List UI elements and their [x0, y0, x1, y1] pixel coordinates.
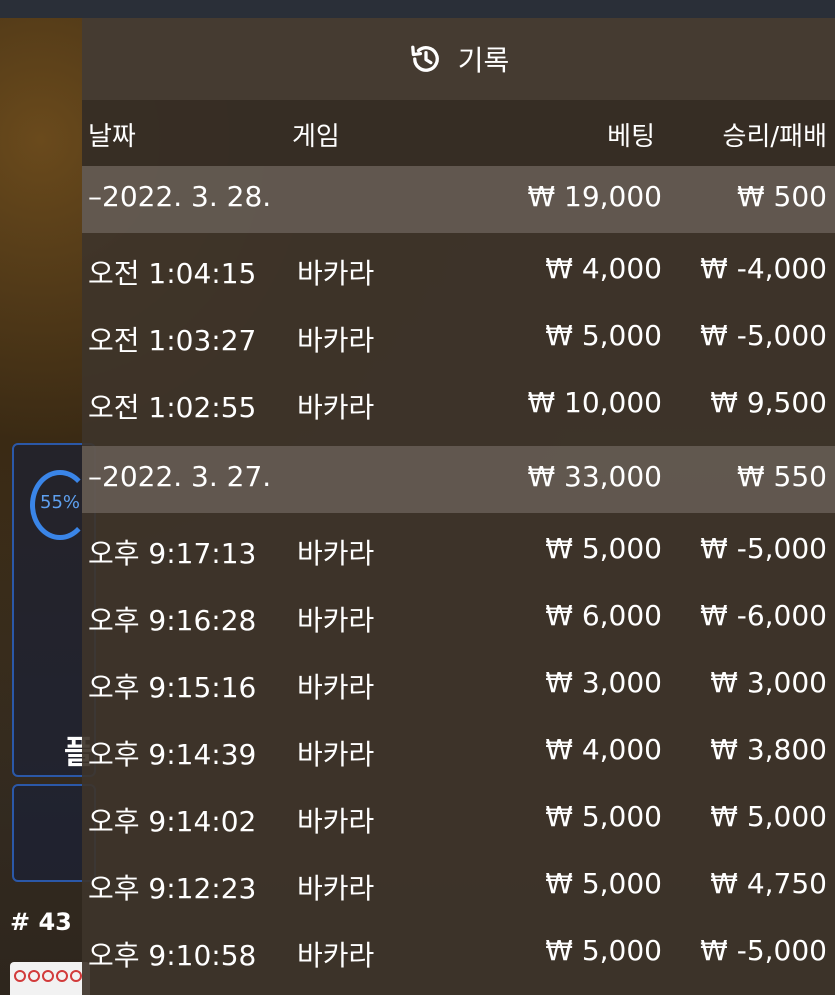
column-header: 날짜 게임 베팅 승리/패배 — [82, 100, 835, 166]
row-bet: ₩ 10,000 — [527, 386, 662, 419]
history-title: 기록 — [457, 44, 510, 77]
bead-mark — [28, 970, 40, 982]
row-time: 오후 9:15:16 — [88, 671, 257, 704]
history-header: 기록 — [82, 18, 835, 100]
row-bet: ₩ 4,000 — [545, 733, 662, 766]
group-date: –2022. 3. 28. — [88, 180, 272, 213]
bead-mark — [42, 970, 54, 982]
group-total-result: ₩ 500 — [736, 180, 827, 213]
row-bet: ₩ 5,000 — [545, 800, 662, 833]
row-time: 오후 9:10:58 — [88, 939, 257, 972]
history-row[interactable]: 오후 9:10:58 바카라 ₩ 5,000 ₩ -5,000 — [82, 920, 835, 987]
row-bet: ₩ 6,000 — [545, 599, 662, 632]
progress-label: 55% — [40, 492, 81, 513]
row-time: 오후 9:17:13 — [88, 537, 257, 570]
history-row[interactable]: 오후 9:16:28 바카라 ₩ 6,000 ₩ -6,000 — [82, 585, 835, 652]
col-date: 날짜 — [88, 122, 136, 152]
group-total-result: ₩ 550 — [736, 460, 827, 493]
bead-mark — [14, 970, 26, 982]
row-game: 바카라 — [297, 805, 375, 838]
round-number: # 43 — [10, 908, 72, 936]
group-total-bet: ₩ 19,000 — [527, 180, 662, 213]
row-time: 오전 1:02:55 — [88, 391, 257, 424]
row-result: ₩ -5,000 — [700, 319, 827, 352]
history-row[interactable]: 오전 1:02:55 바카라 ₩ 10,000 ₩ 9,500 — [82, 372, 835, 439]
bead-mark — [70, 970, 82, 982]
row-time: 오전 1:03:27 — [88, 324, 257, 357]
row-result: ₩ 5,000 — [710, 800, 827, 833]
history-row[interactable]: 오후 9:14:02 바카라 ₩ 5,000 ₩ 5,000 — [82, 786, 835, 853]
group-total-bet: ₩ 33,000 — [527, 460, 662, 493]
row-result: ₩ 9,500 — [710, 386, 827, 419]
history-row[interactable]: 오전 1:03:27 바카라 ₩ 5,000 ₩ -5,000 — [82, 305, 835, 372]
history-row[interactable]: 오후 9:14:39 바카라 ₩ 4,000 ₩ 3,800 — [82, 719, 835, 786]
row-game: 바카라 — [297, 872, 375, 905]
row-result: ₩ -6,000 — [700, 599, 827, 632]
row-game: 바카라 — [297, 604, 375, 637]
row-time: 오후 9:14:39 — [88, 738, 257, 771]
row-game: 바카라 — [297, 939, 375, 972]
bead-mark — [56, 970, 68, 982]
row-bet: ₩ 4,000 — [545, 252, 662, 285]
row-result: ₩ -4,000 — [700, 252, 827, 285]
row-game: 바카라 — [297, 391, 375, 424]
row-game: 바카라 — [297, 671, 375, 704]
col-result: 승리/패배 — [722, 122, 827, 152]
row-bet: ₩ 3,000 — [545, 666, 662, 699]
row-result: ₩ 3,000 — [710, 666, 827, 699]
row-time: 오후 9:14:02 — [88, 805, 257, 838]
date-group-row[interactable]: –2022. 3. 27. ₩ 33,000 ₩ 550 — [82, 446, 835, 513]
row-game: 바카라 — [297, 537, 375, 570]
top-bar — [0, 0, 835, 18]
row-time: 오전 1:04:15 — [88, 257, 257, 290]
history-row[interactable]: 오후 9:12:23 바카라 ₩ 5,000 ₩ 4,750 — [82, 853, 835, 920]
row-result: ₩ -5,000 — [700, 934, 827, 967]
history-row[interactable]: 오후 9:15:16 바카라 ₩ 3,000 ₩ 3,000 — [82, 652, 835, 719]
col-game: 게임 — [292, 122, 340, 152]
row-game: 바카라 — [297, 738, 375, 771]
row-time: 오후 9:12:23 — [88, 872, 257, 905]
history-row[interactable]: 오전 1:04:15 바카라 ₩ 4,000 ₩ -4,000 — [82, 238, 835, 305]
bead-road — [10, 962, 90, 995]
row-bet: ₩ 5,000 — [545, 934, 662, 967]
row-time: 오후 9:16:28 — [88, 604, 257, 637]
history-clock-icon — [410, 45, 439, 72]
history-row[interactable]: 오후 9:17:13 바카라 ₩ 5,000 ₩ -5,000 — [82, 518, 835, 585]
row-result: ₩ -5,000 — [700, 532, 827, 565]
group-date: –2022. 3. 27. — [88, 460, 272, 493]
row-result: ₩ 3,800 — [710, 733, 827, 766]
row-result: ₩ 4,750 — [710, 867, 827, 900]
row-game: 바카라 — [297, 324, 375, 357]
row-game: 바카라 — [297, 257, 375, 290]
history-panel: 기록 날짜 게임 베팅 승리/패배 –2022. 3. 28. ₩ 19,000… — [82, 18, 835, 995]
col-bet: 베팅 — [607, 122, 655, 152]
row-bet: ₩ 5,000 — [545, 532, 662, 565]
row-bet: ₩ 5,000 — [545, 867, 662, 900]
date-group-row[interactable]: –2022. 3. 28. ₩ 19,000 ₩ 500 — [82, 166, 835, 233]
row-bet: ₩ 5,000 — [545, 319, 662, 352]
